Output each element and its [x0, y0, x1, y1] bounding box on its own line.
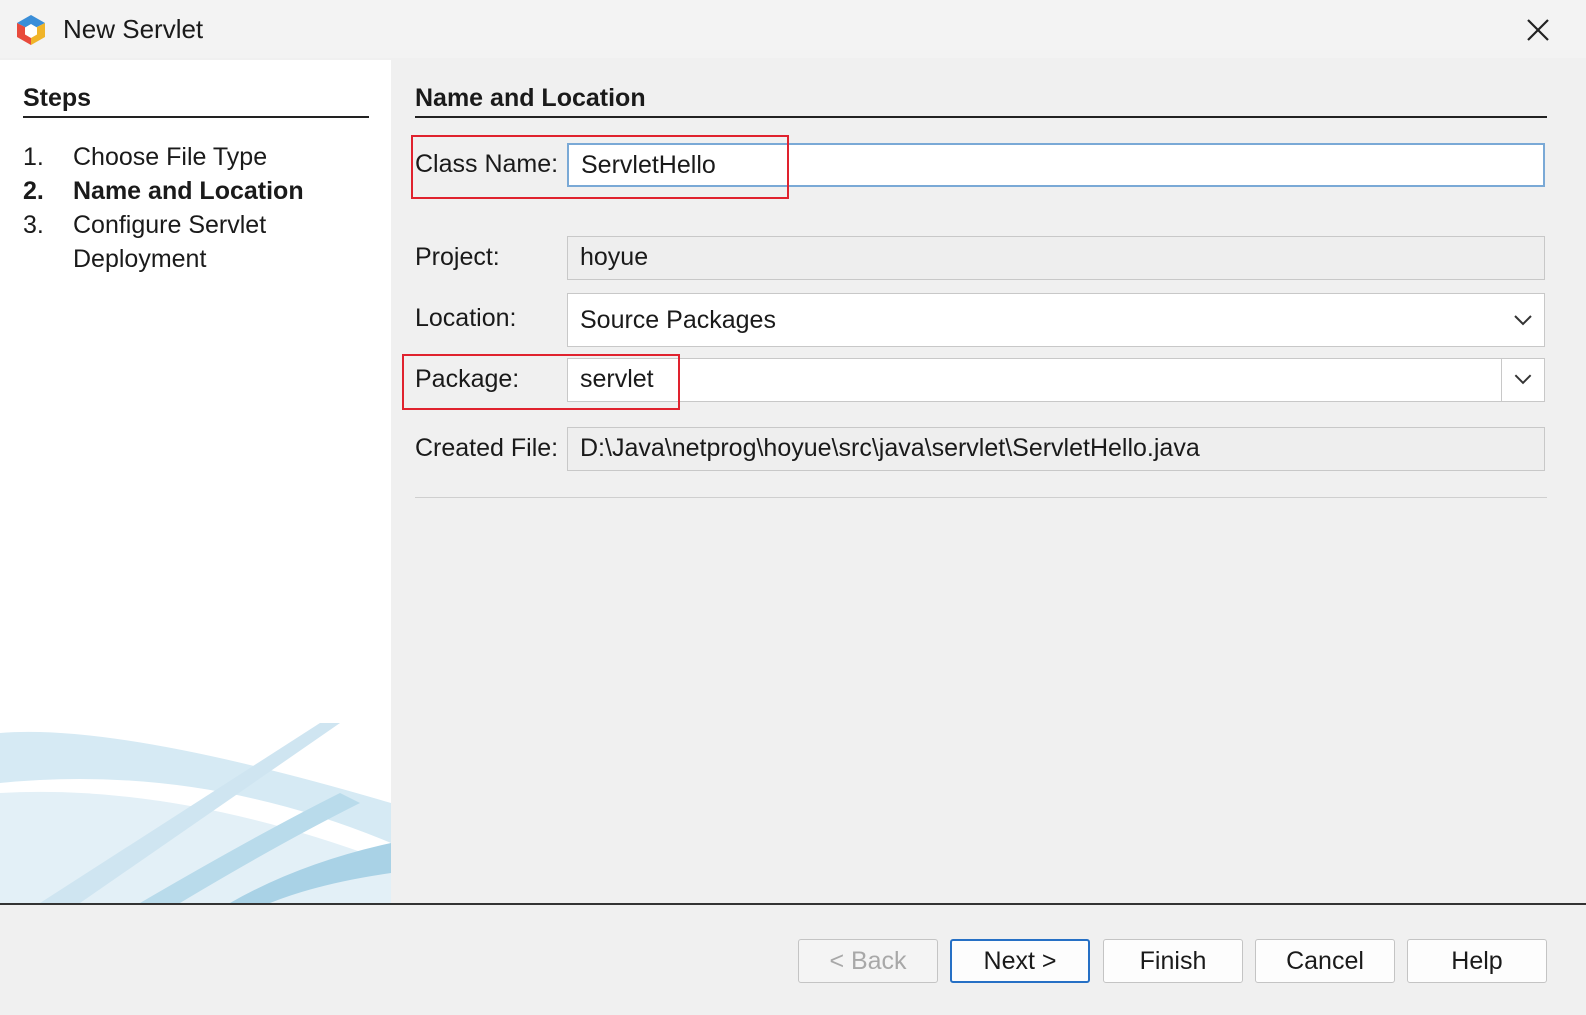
- location-value: Source Packages: [580, 306, 776, 334]
- steps-title: Steps: [23, 84, 92, 112]
- project-label: Project:: [415, 243, 500, 271]
- step-label: Choose File Type: [73, 143, 268, 171]
- footer-divider: [0, 903, 1586, 905]
- main-content: Name and Location Class Name: ServletHel…: [391, 60, 1586, 903]
- step-number: 2.: [23, 177, 44, 205]
- title-bar: New Servlet: [0, 0, 1586, 58]
- package-label: Package:: [415, 365, 520, 393]
- next-button[interactable]: Next >: [950, 939, 1090, 983]
- chevron-down-icon[interactable]: [1501, 359, 1544, 401]
- decorative-wave-graphic: [0, 723, 391, 903]
- step-label: Configure Servlet: [73, 211, 267, 239]
- project-field: hoyue: [567, 236, 1545, 280]
- step-label: Deployment: [73, 245, 207, 273]
- class-name-value: ServletHello: [581, 151, 716, 179]
- chevron-down-icon[interactable]: [1502, 294, 1544, 346]
- location-dropdown[interactable]: Source Packages: [567, 293, 1545, 347]
- back-button[interactable]: < Back: [798, 939, 938, 983]
- location-label: Location:: [415, 304, 517, 332]
- step-number: 3.: [23, 211, 44, 239]
- created-file-label: Created File:: [415, 434, 559, 462]
- cancel-button[interactable]: Cancel: [1255, 939, 1395, 983]
- step-label: Name and Location: [73, 177, 304, 205]
- created-file-field: D:\Java\netprog\hoyue\src\java\servlet\S…: [567, 427, 1545, 471]
- finish-button[interactable]: Finish: [1103, 939, 1243, 983]
- window-title: New Servlet: [63, 14, 204, 44]
- created-file-value: D:\Java\netprog\hoyue\src\java\servlet\S…: [580, 434, 1200, 462]
- step-number: 1.: [23, 143, 44, 171]
- steps-divider: [23, 116, 369, 118]
- help-button[interactable]: Help: [1407, 939, 1547, 983]
- netbeans-cube-icon: [17, 15, 45, 45]
- section-divider: [415, 116, 1547, 118]
- section-title: Name and Location: [415, 84, 646, 112]
- project-value: hoyue: [580, 243, 649, 271]
- close-icon[interactable]: [1520, 12, 1556, 48]
- package-combobox[interactable]: servlet: [567, 358, 1545, 402]
- class-name-label: Class Name:: [415, 150, 559, 178]
- steps-panel: Steps 1. Choose File Type 2. Name and Lo…: [0, 60, 391, 903]
- form-divider: [415, 497, 1547, 498]
- class-name-input[interactable]: ServletHello: [567, 143, 1545, 187]
- package-value: servlet: [580, 365, 654, 393]
